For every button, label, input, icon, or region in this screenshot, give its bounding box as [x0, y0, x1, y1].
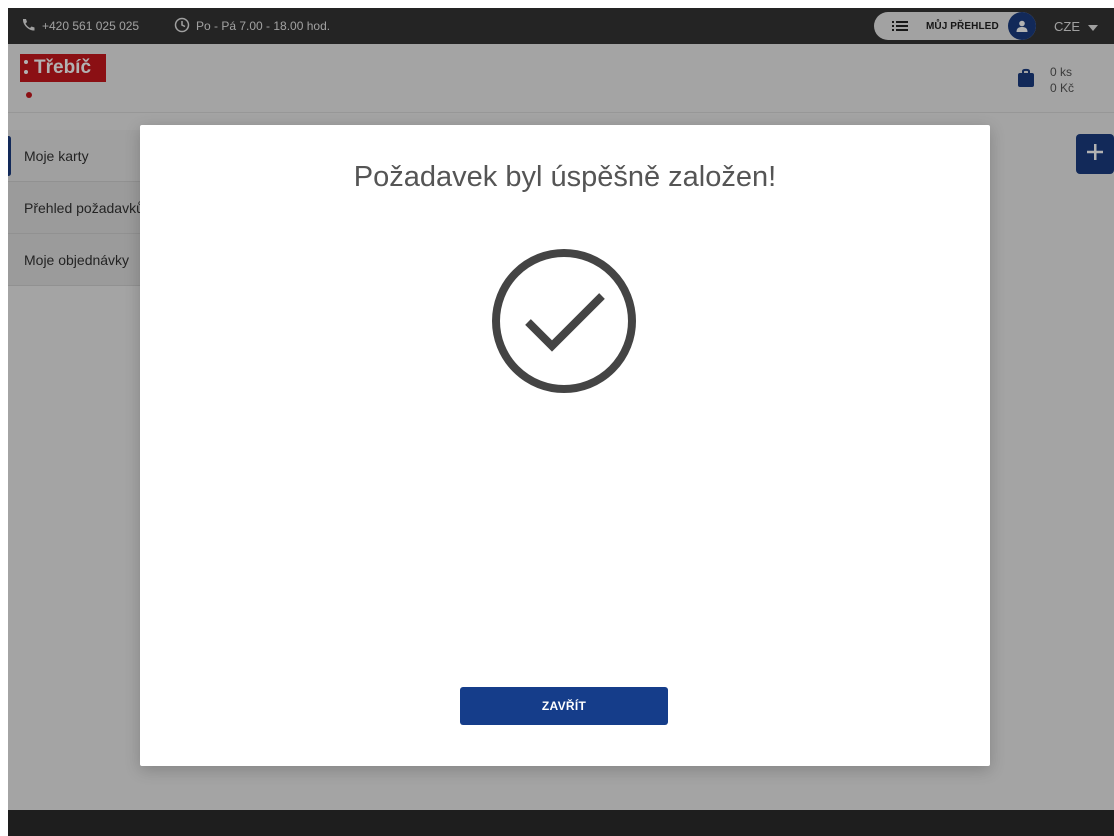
check-circle-icon	[491, 248, 637, 399]
dialog-title: Požadavek byl úspěšně založen!	[353, 161, 777, 193]
close-button[interactable]: ZAVŘÍT	[460, 687, 668, 725]
success-dialog: Požadavek byl úspěšně založen! ZAVŘÍT	[140, 125, 990, 766]
app-window: +420 561 025 025 Po - Pá 7.00 - 18.00 ho…	[8, 8, 1114, 836]
